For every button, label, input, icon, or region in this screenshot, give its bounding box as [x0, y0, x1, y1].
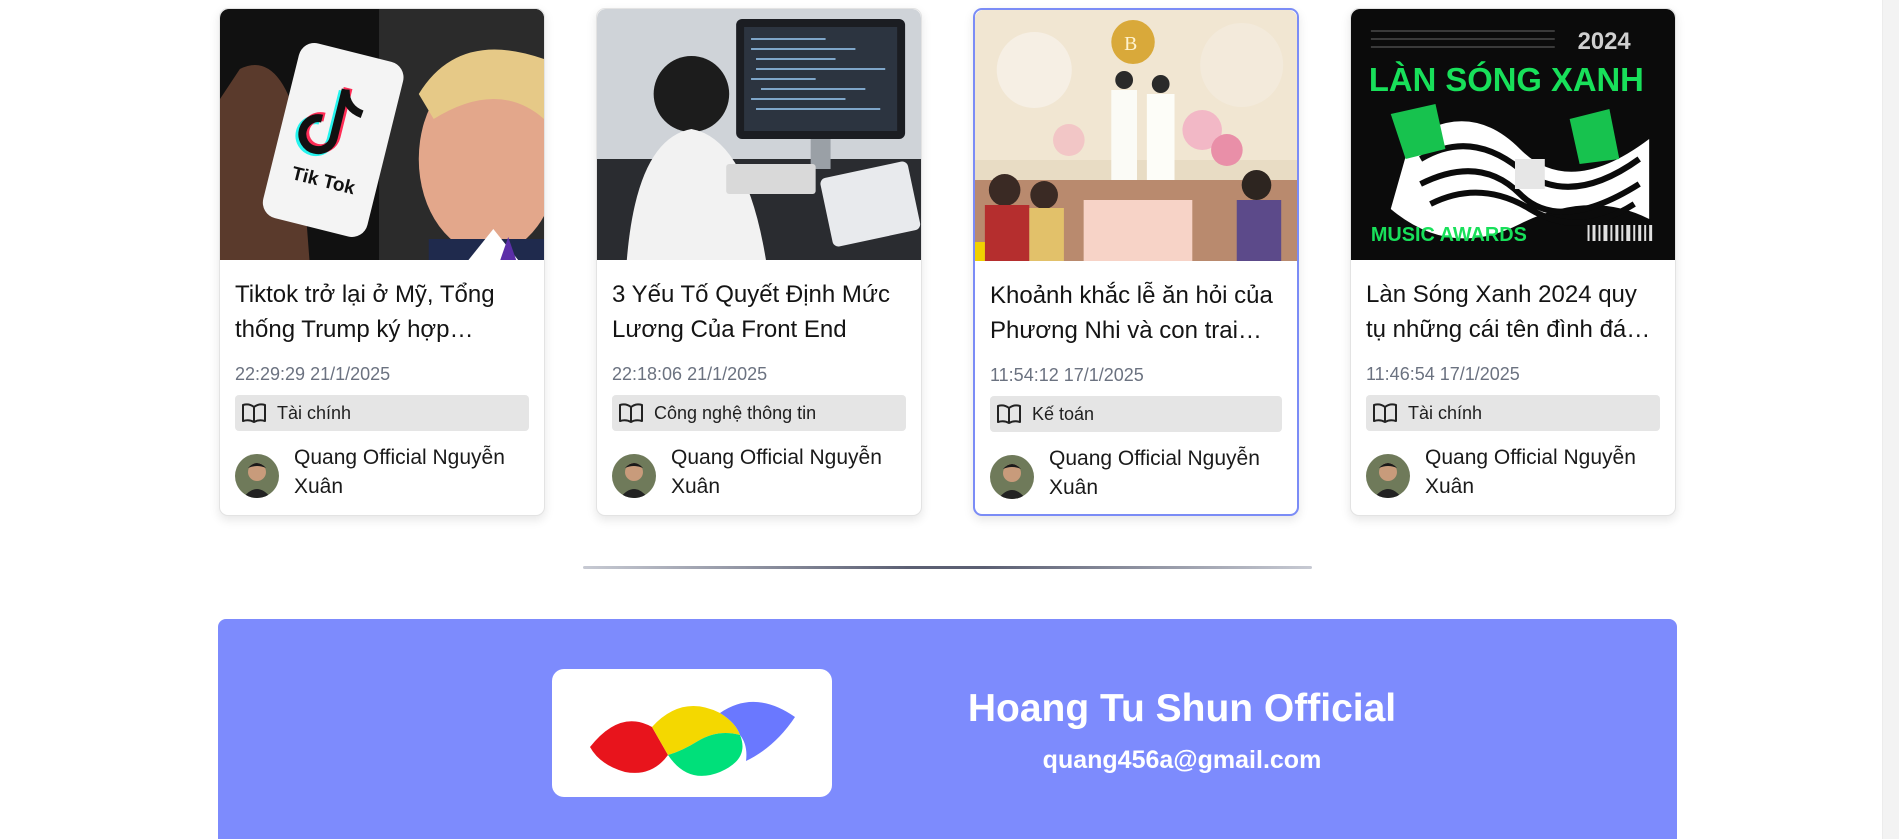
brand-name: Hoang Tu Shun Official [967, 687, 1397, 730]
article-card[interactable]: 2024 LÀN SÓNG XANH MUSIC AWARDS Làn Sóng… [1350, 8, 1676, 516]
category-label: Công nghệ thông tin [654, 402, 817, 423]
award-headline: LÀN SÓNG XANH [1369, 61, 1644, 98]
article-thumbnail[interactable] [597, 9, 921, 260]
page-scrollbar[interactable] [1882, 0, 1899, 839]
brand-logo[interactable] [552, 669, 832, 797]
article-thumbnail[interactable]: B [975, 10, 1297, 261]
author-info[interactable]: Quang Official Nguyễn Xuân [612, 443, 901, 501]
contact-email[interactable]: quang456a@gmail.com [932, 746, 1432, 775]
award-subline: MUSIC AWARDS [1371, 224, 1527, 246]
category-tag[interactable]: Công nghệ thông tin [612, 395, 906, 431]
category-tag[interactable]: Tài chính [1366, 395, 1660, 431]
author-info[interactable]: Quang Official Nguyễn Xuân [1366, 443, 1655, 501]
avatar[interactable] [1366, 454, 1410, 498]
section-divider [583, 566, 1312, 569]
author-info[interactable]: Quang Official Nguyễn Xuân [990, 444, 1279, 502]
category-label: Kế toán [1032, 403, 1095, 424]
open-book-icon [997, 404, 1021, 424]
article-thumbnail[interactable]: 2024 LÀN SÓNG XANH MUSIC AWARDS [1351, 9, 1675, 260]
author-info[interactable]: Quang Official Nguyễn Xuân [235, 443, 524, 501]
article-title[interactable]: 3 Yếu Tố Quyết Định Mức Lương Của Front … [612, 277, 909, 347]
article-card[interactable]: 3 Yếu Tố Quyết Định Mức Lương Của Front … [596, 8, 922, 516]
article-title[interactable]: Khoảnh khắc lễ ăn hỏi của Phương Nhi và … [990, 278, 1285, 348]
article-card[interactable]: Tik Tok Tiktok trở lại ở Mỹ, Tổng thống … [219, 8, 545, 516]
year-label: 2024 [1578, 28, 1632, 55]
author-name[interactable]: Quang Official Nguyễn Xuân [1049, 444, 1279, 502]
footer: Hoang Tu Shun Official quang456a@gmail.c… [218, 619, 1677, 839]
open-book-icon [242, 403, 266, 423]
category-tag[interactable]: Tài chính [235, 395, 529, 431]
avatar[interactable] [235, 454, 279, 498]
author-name[interactable]: Quang Official Nguyễn Xuân [671, 443, 901, 501]
avatar[interactable] [990, 455, 1034, 499]
article-card[interactable]: B Khoảnh khắc lễ ăn hỏi của Phương Nhi v [973, 8, 1299, 516]
article-date: 22:29:29 21/1/2025 [235, 364, 391, 384]
svg-text:B: B [1124, 33, 1137, 55]
author-name[interactable]: Quang Official Nguyễn Xuân [294, 443, 524, 501]
avatar[interactable] [612, 454, 656, 498]
open-book-icon [1373, 403, 1397, 423]
article-date: 11:54:12 17/1/2025 [990, 365, 1144, 385]
article-thumbnail[interactable]: Tik Tok [220, 9, 544, 260]
category-label: Tài chính [1408, 402, 1483, 423]
category-label: Tài chính [277, 402, 352, 423]
category-tag[interactable]: Kế toán [990, 396, 1282, 432]
article-date: 22:18:06 21/1/2025 [612, 364, 768, 384]
article-title[interactable]: Tiktok trở lại ở Mỹ, Tổng thống Trump ký… [235, 277, 532, 347]
article-card-list: Tik Tok Tiktok trở lại ở Mỹ, Tổng thống … [218, 8, 1678, 516]
article-date: 11:46:54 17/1/2025 [1366, 364, 1520, 384]
open-book-icon [619, 403, 643, 423]
article-title[interactable]: Làn Sóng Xanh 2024 quy tụ những cái tên … [1366, 277, 1663, 347]
author-name[interactable]: Quang Official Nguyễn Xuân [1425, 443, 1655, 501]
